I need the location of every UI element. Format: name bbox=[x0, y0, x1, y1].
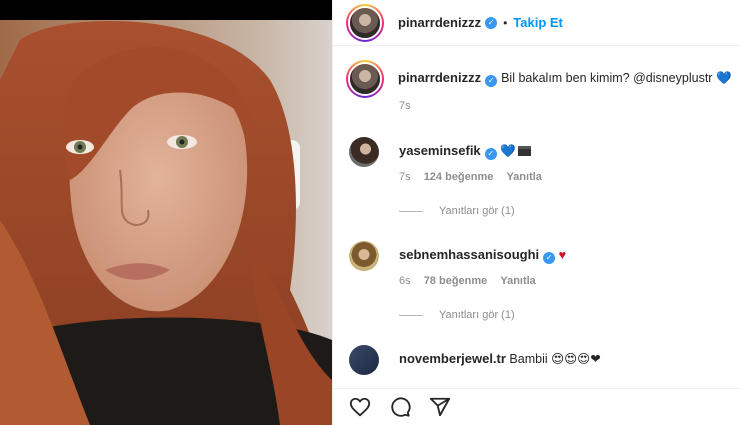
comment-likes[interactable]: 78 beğenme bbox=[424, 275, 488, 287]
post-side-panel: pinarrdenizzz ✓ • Takip Et pinarrdenizzz… bbox=[332, 0, 740, 425]
comment-icon[interactable] bbox=[389, 396, 411, 418]
post-photo[interactable] bbox=[0, 20, 332, 425]
post-timestamp[interactable]: 7s bbox=[399, 100, 411, 112]
post-header: pinarrdenizzz ✓ • Takip Et bbox=[333, 0, 740, 46]
follow-button[interactable]: Takip Et bbox=[513, 15, 563, 30]
view-replies-button[interactable]: Yanıtları gör (1) bbox=[399, 205, 515, 217]
verified-icon: ✓ bbox=[543, 251, 556, 264]
replies-divider bbox=[399, 314, 423, 316]
portrait-image bbox=[0, 20, 332, 425]
verified-icon: ✓ bbox=[484, 147, 497, 160]
heart-icon[interactable] bbox=[349, 396, 371, 418]
comment-avatar[interactable] bbox=[349, 345, 379, 375]
comment-time[interactable]: 6s bbox=[399, 275, 411, 287]
author-username[interactable]: pinarrdenizzz bbox=[398, 15, 481, 30]
comment-username[interactable]: novemberjewel.tr bbox=[399, 351, 506, 366]
comment-avatar[interactable] bbox=[349, 241, 379, 271]
post-actions-bar bbox=[333, 388, 740, 425]
comment-text: 💙 bbox=[500, 144, 516, 158]
comment-text: ♥ bbox=[558, 248, 567, 262]
replies-divider bbox=[399, 210, 423, 212]
caption-text: Bil bakalım ben kimim? @disneyplustr bbox=[501, 71, 713, 85]
view-replies-button[interactable]: Yanıtları gör (1) bbox=[399, 309, 515, 321]
blue-heart-emoji: 💙 bbox=[715, 71, 732, 85]
comment-username[interactable]: yaseminsefik bbox=[399, 143, 481, 158]
top-black-bar bbox=[0, 0, 332, 20]
comment-avatar[interactable] bbox=[349, 137, 379, 167]
author-avatar[interactable] bbox=[346, 3, 384, 42]
clapper-icon bbox=[517, 146, 531, 156]
reply-button[interactable]: Yanıtla bbox=[506, 171, 541, 183]
comment-text: Bambii 😍😍😍❤ bbox=[509, 352, 601, 366]
comment-time[interactable]: 7s bbox=[399, 171, 411, 183]
verified-icon: ✓ bbox=[485, 74, 498, 87]
comment-username[interactable]: sebnemhassanisoughi bbox=[399, 247, 539, 262]
verified-icon: ✓ bbox=[485, 16, 498, 29]
post-caption: pinarrdenizzz ✓ Bil bakalım ben kimim? @di… bbox=[346, 60, 740, 98]
separator-dot: • bbox=[503, 15, 508, 30]
comment-likes[interactable]: 124 beğenme bbox=[424, 171, 494, 183]
view-replies-label: Yanıtları gör (1) bbox=[439, 309, 515, 321]
view-replies-label: Yanıtları gör (1) bbox=[439, 205, 515, 217]
caption-avatar[interactable] bbox=[346, 60, 384, 98]
caption-username[interactable]: pinarrdenizzz bbox=[398, 70, 481, 85]
reply-button[interactable]: Yanıtla bbox=[500, 275, 535, 287]
share-icon[interactable] bbox=[429, 396, 451, 418]
